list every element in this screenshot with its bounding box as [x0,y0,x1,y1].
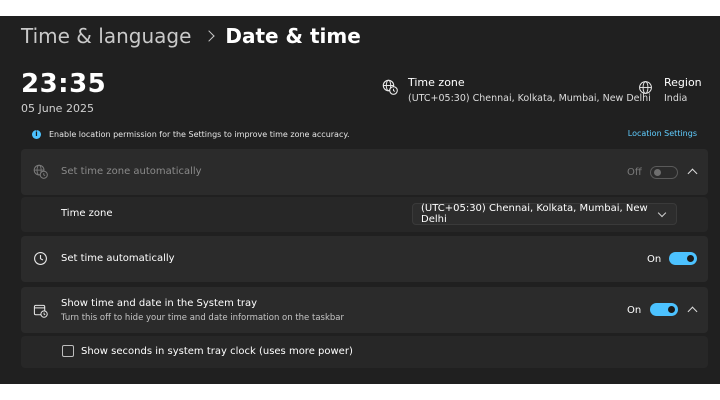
auto-time-state: On [647,254,662,265]
chevron-up-icon[interactable] [687,168,698,179]
system-tray-state: On [627,305,642,316]
system-tray-label: Show time and date in the System tray [61,298,258,309]
toggle-knob [668,306,675,313]
chevron-right-icon [203,30,216,42]
page-title: Date & time [225,24,361,48]
current-date: 05 June 2025 [21,102,94,115]
location-notice: i Enable location permission for the Set… [32,130,350,139]
timezone-select-card: Time zone (UTC+05:30) Chennai, Kolkata, … [21,197,708,232]
clock-icon [34,252,47,265]
timezone-summary: Time zone (UTC+05:30) Chennai, Kolkata, … [382,76,651,106]
auto-timezone-label: Set time zone automatically [61,166,202,177]
seconds-checkbox-card: Show seconds in system tray clock (uses … [21,336,708,368]
timezone-select-label: Time zone [61,208,113,219]
show-seconds-checkbox[interactable] [62,345,74,357]
toggle-knob [687,255,694,262]
auto-timezone-state: Off [627,167,642,178]
settings-window: Time & language Date & time 23:35 05 Jun… [0,16,720,384]
globe-clock-icon [382,79,398,95]
calendar-clock-icon [33,304,48,318]
globe-clock-icon [33,164,48,179]
show-seconds-label: Show seconds in system tray clock (uses … [81,346,353,357]
region-summary: Region India [638,76,702,106]
location-settings-link[interactable]: Location Settings [628,129,697,138]
auto-timezone-toggle[interactable] [650,166,678,179]
system-tray-toggle[interactable] [650,303,678,316]
globe-icon [639,81,652,94]
auto-time-card: Set time automatically On [21,236,708,282]
region-summary-title: Region [664,76,702,89]
info-icon: i [32,130,41,139]
auto-time-toggle[interactable] [669,252,697,265]
system-tray-description: Turn this off to hide your time and date… [61,313,344,323]
breadcrumb-parent-link[interactable]: Time & language [21,24,191,48]
auto-time-label: Set time automatically [61,253,175,264]
current-time: 23:35 [21,69,107,99]
breadcrumb: Time & language Date & time [21,22,361,50]
location-notice-text: Enable location permission for the Setti… [49,130,350,139]
timezone-dropdown[interactable]: (UTC+05:30) Chennai, Kolkata, Mumbai, Ne… [412,203,677,225]
system-tray-card: Show time and date in the System tray Tu… [21,287,708,333]
toggle-knob [654,169,661,176]
timezone-summary-title: Time zone [408,76,465,89]
chevron-up-icon[interactable] [687,306,698,317]
region-summary-value: India [664,93,688,104]
auto-timezone-card: Set time zone automatically Off [21,149,708,195]
timezone-dropdown-value: (UTC+05:30) Chennai, Kolkata, Mumbai, Ne… [421,203,648,225]
timezone-summary-value: (UTC+05:30) Chennai, Kolkata, Mumbai, Ne… [408,93,651,104]
